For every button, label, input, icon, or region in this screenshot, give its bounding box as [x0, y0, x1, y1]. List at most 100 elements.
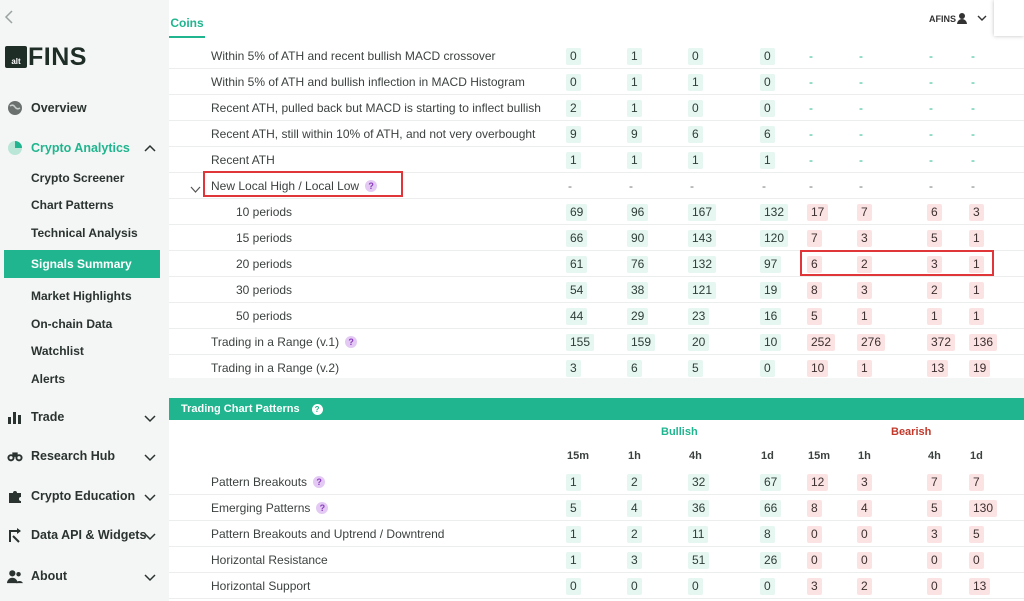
table-cell[interactable]: 12 — [807, 474, 829, 491]
table-cell[interactable]: 5 — [566, 500, 581, 517]
chevron-up-icon[interactable] — [144, 142, 156, 154]
table-cell[interactable]: - — [927, 74, 935, 91]
sidebar-item-chart-patterns[interactable]: Chart Patterns — [31, 197, 114, 213]
table-cell[interactable]: 3 — [807, 578, 822, 595]
table-cell[interactable]: 5 — [927, 230, 942, 247]
table-cell[interactable]: 32 — [688, 474, 710, 491]
table-cell[interactable]: - — [760, 178, 768, 195]
table-cell[interactable]: 0 — [857, 552, 872, 569]
table-cell[interactable]: - — [969, 74, 977, 91]
table-cell[interactable]: 130 — [969, 500, 998, 517]
table-cell[interactable]: 0 — [760, 360, 775, 377]
sidebar-item-signals-summary[interactable]: Signals Summary — [4, 250, 160, 278]
table-cell[interactable]: 10 — [760, 334, 782, 351]
table-cell[interactable]: 54 — [566, 282, 588, 299]
help-icon[interactable]: ? — [311, 403, 323, 415]
table-cell[interactable]: 1 — [627, 74, 642, 91]
table-cell[interactable]: 132 — [760, 204, 789, 221]
table-cell[interactable]: 66 — [566, 230, 588, 247]
table-cell[interactable]: 5 — [688, 360, 703, 377]
chevron-down-icon[interactable] — [144, 490, 156, 502]
table-cell[interactable]: - — [927, 152, 935, 169]
table-cell[interactable]: 372 — [927, 334, 956, 351]
table-cell[interactable]: 1 — [566, 152, 581, 169]
table-cell[interactable]: 2 — [627, 526, 642, 543]
table-cell[interactable]: 0 — [760, 100, 775, 117]
table-cell[interactable]: 0 — [688, 578, 703, 595]
table-cell[interactable]: 155 — [566, 334, 595, 351]
table-cell[interactable]: - — [927, 100, 935, 117]
nav-research-hub[interactable]: Research Hub — [7, 446, 115, 466]
table-cell[interactable]: 38 — [627, 282, 649, 299]
table-cell[interactable]: 0 — [807, 552, 822, 569]
table-cell[interactable]: 66 — [760, 500, 782, 517]
nav-overview[interactable]: Overview — [7, 98, 87, 118]
column-header[interactable]: 4h — [928, 450, 941, 462]
table-cell[interactable]: - — [927, 48, 935, 65]
table-cell[interactable]: - — [927, 178, 935, 195]
sidebar-item-technical-analysis[interactable]: Technical Analysis — [31, 225, 138, 241]
chevron-left-icon[interactable] — [4, 10, 18, 24]
column-header[interactable]: 1h — [628, 450, 641, 462]
table-cell[interactable]: 4 — [857, 500, 872, 517]
column-header[interactable]: 1d — [970, 450, 983, 462]
table-cell[interactable]: 1 — [627, 100, 642, 117]
table-cell[interactable]: 159 — [627, 334, 656, 351]
help-icon[interactable]: ? — [345, 336, 358, 348]
table-cell[interactable]: 143 — [688, 230, 717, 247]
sidebar-item-alerts[interactable]: Alerts — [31, 371, 65, 387]
table-cell[interactable]: 8 — [760, 526, 775, 543]
table-cell[interactable]: 5 — [927, 500, 942, 517]
table-cell[interactable]: 13 — [969, 578, 991, 595]
table-cell[interactable]: 5 — [969, 526, 984, 543]
table-cell[interactable]: - — [927, 126, 935, 143]
table-cell[interactable]: 1 — [566, 526, 581, 543]
table-cell[interactable]: 6 — [688, 126, 703, 143]
table-cell[interactable]: 3 — [857, 474, 872, 491]
table-cell[interactable]: 2 — [857, 578, 872, 595]
table-cell[interactable]: 5 — [807, 308, 822, 325]
table-cell[interactable]: - — [807, 126, 815, 143]
sidebar-item-watchlist[interactable]: Watchlist — [31, 343, 84, 359]
table-cell[interactable]: 1 — [627, 152, 642, 169]
table-cell[interactable]: 7 — [807, 230, 822, 247]
table-cell[interactable]: 8 — [807, 500, 822, 517]
table-cell[interactable]: 0 — [927, 578, 942, 595]
table-cell[interactable]: 8 — [807, 282, 822, 299]
table-cell[interactable]: 0 — [566, 74, 581, 91]
table-cell[interactable]: - — [807, 74, 815, 91]
table-cell[interactable]: - — [857, 152, 865, 169]
table-cell[interactable]: 120 — [760, 230, 789, 247]
table-cell[interactable]: 19 — [760, 282, 782, 299]
table-cell[interactable]: 97 — [760, 256, 782, 273]
table-cell[interactable]: 2 — [927, 282, 942, 299]
table-cell[interactable]: 6 — [627, 360, 642, 377]
table-cell[interactable]: 1 — [688, 74, 703, 91]
table-cell[interactable]: - — [969, 178, 977, 195]
table-cell[interactable]: 3 — [969, 204, 984, 221]
table-cell[interactable]: 0 — [688, 100, 703, 117]
nav-data-api-widgets[interactable]: Data API & Widgets — [7, 525, 146, 545]
table-cell[interactable]: 121 — [688, 282, 717, 299]
table-cell[interactable]: - — [857, 74, 865, 91]
table-cell[interactable]: 13 — [927, 360, 949, 377]
table-cell[interactable]: 1 — [969, 308, 984, 325]
table-cell[interactable]: 1 — [969, 230, 984, 247]
table-cell[interactable]: 0 — [760, 578, 775, 595]
table-cell[interactable]: 96 — [627, 204, 649, 221]
table-cell[interactable]: 0 — [807, 526, 822, 543]
table-cell[interactable]: 0 — [760, 74, 775, 91]
table-cell[interactable]: 1 — [627, 48, 642, 65]
table-cell[interactable]: - — [857, 48, 865, 65]
table-cell[interactable]: 17 — [807, 204, 829, 221]
nav-about[interactable]: About — [7, 566, 67, 586]
user-menu[interactable]: AFINS — [929, 12, 987, 26]
altfins-logo[interactable]: alt FINS — [5, 45, 87, 70]
table-cell[interactable]: 0 — [927, 552, 942, 569]
column-header[interactable]: 15m — [808, 450, 830, 462]
table-cell[interactable]: - — [807, 178, 815, 195]
table-cell[interactable]: 61 — [566, 256, 588, 273]
table-cell[interactable]: - — [969, 126, 977, 143]
table-cell[interactable]: 6 — [760, 126, 775, 143]
table-cell[interactable]: 276 — [857, 334, 886, 351]
